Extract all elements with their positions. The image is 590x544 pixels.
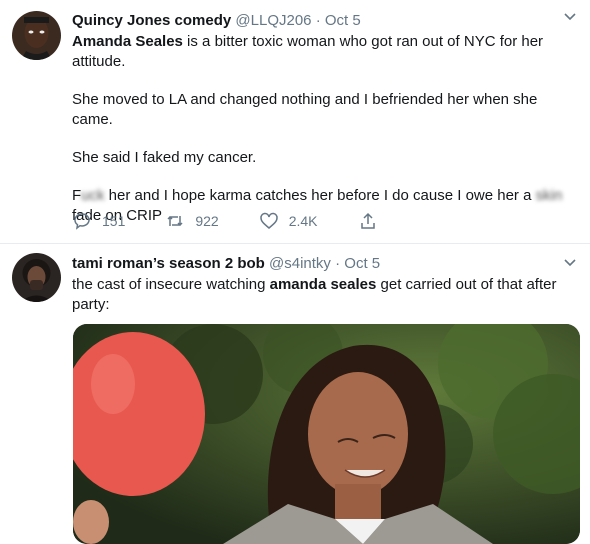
tweet-date[interactable]: Oct 5 <box>344 255 380 272</box>
text-span: the cast of insecure watching <box>72 276 270 293</box>
text-line: She said I faked my cancer. <box>72 149 257 166</box>
reply-button[interactable]: 151 <box>72 211 125 231</box>
like-icon <box>259 212 278 229</box>
tweet-actions: 151 922 2.4K <box>72 211 428 231</box>
tweet[interactable]: Quincy Jones comedy @LLQJ206 · Oct 5 Ama… <box>0 0 590 244</box>
retweet-icon <box>167 215 183 227</box>
share-button[interactable] <box>358 211 388 231</box>
display-name[interactable]: tami roman’s season 2 bob <box>72 255 265 272</box>
chevron-down-icon[interactable] <box>562 254 578 270</box>
tweet-header: tami roman’s season 2 bob @s4intky · Oct… <box>72 253 578 275</box>
text-span: her and I hope karma catches her before … <box>104 187 536 204</box>
user-handle[interactable]: @s4intky <box>269 255 331 272</box>
display-name[interactable]: Quincy Jones comedy <box>72 12 231 29</box>
text-line: attitude. <box>72 53 126 70</box>
reply-icon <box>74 213 90 230</box>
like-button[interactable]: 2.4K <box>259 211 318 231</box>
user-handle[interactable]: @LLQJ206 <box>235 12 311 29</box>
text-span: is a bitter toxic woman who got ran out … <box>182 33 544 50</box>
retweet-count: 922 <box>195 213 219 229</box>
text-line: She moved to LA and changed nothing and … <box>72 91 538 128</box>
tweet-text: the cast of insecure watching amanda sea… <box>72 275 578 315</box>
mention-name: Amanda Seales <box>72 33 183 50</box>
retweet-button[interactable]: 922 <box>165 211 219 231</box>
text-span: get carried out of that after <box>376 276 557 293</box>
chevron-down-icon[interactable] <box>562 8 578 24</box>
avatar[interactable] <box>12 253 61 302</box>
text-span: F <box>72 187 82 204</box>
tweet-text: Amanda Seales is a bitter toxic woman wh… <box>72 32 578 226</box>
tweet-date[interactable]: Oct 5 <box>325 12 361 29</box>
share-icon <box>360 212 375 229</box>
separator-dot: · <box>335 255 341 272</box>
tweet[interactable]: tami roman’s season 2 bob @s4intky · Oct… <box>0 245 590 544</box>
reply-count: 151 <box>102 213 126 229</box>
tweet-media-video[interactable] <box>73 324 580 544</box>
text-line: party: <box>72 296 110 313</box>
tweet-header: Quincy Jones comedy @LLQJ206 · Oct 5 <box>72 10 578 32</box>
separator-dot: · <box>315 12 321 29</box>
avatar[interactable] <box>12 11 61 60</box>
censored-text: skin <box>535 187 563 204</box>
mention-name: amanda seales <box>269 276 377 293</box>
censored-text: uck <box>81 187 105 204</box>
like-count: 2.4K <box>288 213 318 229</box>
